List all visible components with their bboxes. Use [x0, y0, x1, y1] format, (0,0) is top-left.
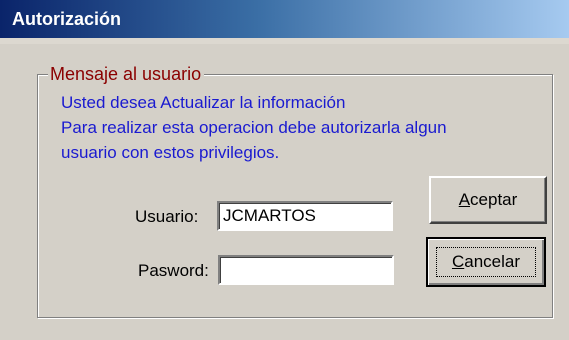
cancelar-button-label: Cancelar [451, 252, 521, 271]
user-message: Usted desea Actualizar la información Pa… [61, 90, 447, 165]
usuario-label: Usuario: [135, 207, 199, 226]
authorization-dialog: Autorización Mensaje al usuario Usted de… [0, 0, 569, 340]
dialog-body: Mensaje al usuario Usted desea Actualiza… [0, 44, 569, 340]
window-title: Autorización [12, 9, 122, 29]
password-label: Pasword: [138, 261, 209, 280]
aceptar-button[interactable]: Aceptar [429, 176, 547, 224]
message-line: usuario con estos privilegios. [61, 143, 280, 162]
usuario-input[interactable] [217, 201, 393, 231]
groupbox-legend: Mensaje al usuario [48, 63, 205, 85]
message-line: Usted desea Actualizar la información [61, 93, 346, 112]
message-line: Para realizar esta operacion debe autori… [61, 118, 447, 137]
cancelar-button[interactable]: Cancelar [426, 237, 546, 287]
title-bar: Autorización [0, 0, 569, 44]
password-input[interactable] [218, 255, 394, 285]
aceptar-button-label: Aceptar [458, 190, 518, 209]
